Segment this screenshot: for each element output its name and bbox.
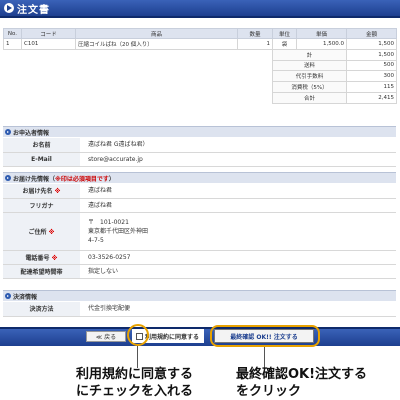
row-quantity: 1 [237,38,273,50]
summary-row: 送料 500 [4,59,397,72]
agree-terms-label[interactable]: 利用規約に同意する [145,332,199,341]
checkbox-highlight [127,324,149,346]
row-no: 1 [3,38,22,50]
row-unit-price: 1,500.0 [296,38,347,50]
delivery-time-value: 指定しない [80,264,396,279]
tax-label: 消費税（5%） [272,81,347,93]
subtotal-value: 1,500 [346,48,397,61]
address-line1: 東京都千代田区外神田 [88,227,149,235]
table-header-row: No. コード 商品 数量 単位 単価 金額 [3,28,397,39]
payment-method-value: 代金引換宅配便 [80,302,396,317]
arrow-bullet-icon [5,175,11,181]
section-title: お届け先情報（ [13,175,56,183]
summary-row: 代引手数料 300 [4,70,397,83]
email-label: E-Mail [3,152,80,167]
phone-label: 電話番号 ※ [3,250,80,265]
summary-row: 合計 2,415 [4,91,397,104]
order-table: No. コード 商品 数量 単位 単価 金額 1 C101 圧縮コイルばね（20… [3,28,397,104]
column-header: 数量 [237,28,273,39]
applicant-name-value: 遠ばね君 G遠ばね君） [80,138,396,153]
cod-fee-value: 300 [346,70,397,83]
arrow-right-icon [4,3,14,13]
payment-method-label: 決済方法 [3,302,80,317]
confirm-button-highlight [210,325,320,347]
applicant-name-label: お名前 [3,138,80,153]
page-header: 注文書 [0,0,400,18]
address-value: 〒 101-0021 東京都千代田区外神田 4-7-5 [80,212,396,251]
leader-line-left [137,346,138,368]
row-amount: 1,500 [346,38,397,50]
address-zip: 〒 101-0021 [88,218,129,226]
recipient-name-label: お届け先名 ※ [3,184,80,199]
required-mark: ※ [54,188,61,196]
total-value: 2,415 [346,91,397,104]
column-header: コード [21,28,76,39]
payment-section-header: 決済情報 [3,290,396,301]
applicant-table: お名前 遠ばね君 G遠ばね君） E-Mail store@accurate.jp [3,138,396,167]
row-code: C101 [21,38,76,50]
arrow-bullet-icon [5,293,11,299]
section-title: 決済情報 [13,293,38,301]
leader-line-right [264,347,265,368]
cod-fee-label: 代引手数料 [272,70,347,83]
summary-row: 計 1,500 [4,48,397,61]
total-label: 合計 [272,91,347,104]
column-header: 単価 [296,28,347,39]
email-value: store@accurate.jp [80,152,396,167]
page-title: 注文書 [17,4,50,16]
section-title: お申込者情報 [13,129,50,137]
summary-row: 消費税（5%） 115 [4,81,397,93]
table-row: 1 C101 圧縮コイルばね（20 個入り） 1 袋 1,500.0 1,500 [3,38,397,50]
address-label: ご住所 ※ [3,212,80,251]
payment-table: 決済方法 代金引換宅配便 [3,302,396,317]
required-note: ※印は必須項目です [55,175,109,183]
left-instruction: 利用規約に同意する にチェックを入れる [76,367,194,399]
address-line2: 4-7-5 [88,236,104,244]
row-unit: 袋 [272,38,297,50]
shipping-value: 500 [346,59,397,72]
delivery-section-header: お届け先情報（ ※印は必須項目です ） [3,172,396,183]
column-header: No. [3,28,22,39]
delivery-time-label: 配達希望時間帯 [3,264,80,279]
column-header: 金額 [346,28,397,39]
recipient-name-value: 遠ばね君 [80,184,396,199]
delivery-table: お届け先名 ※ 遠ばね君 フリガナ 遠ばね君 ご住所 ※ 〒 101-0021 … [3,184,396,279]
kana-value: 遠ばね君 [80,198,396,213]
subtotal-label: 計 [272,48,347,61]
section-title-end: ） [108,175,115,183]
required-mark: ※ [48,228,55,236]
kana-label: フリガナ [3,198,80,213]
applicant-section-header: お申込者情報 [3,126,396,137]
column-header: 商品 [75,28,238,39]
arrow-bullet-icon [5,129,11,135]
column-header: 単位 [272,28,297,39]
phone-value: 03-3526-0257 [80,250,396,265]
shipping-label: 送料 [272,59,347,72]
tax-value: 115 [346,81,397,93]
right-instruction: 最終確認OK!注文する をクリック [236,367,368,399]
row-product-name: 圧縮コイルばね（20 個入り） [75,38,238,50]
back-button[interactable]: ≪ 戻る [86,331,126,342]
required-mark: ※ [51,254,58,262]
